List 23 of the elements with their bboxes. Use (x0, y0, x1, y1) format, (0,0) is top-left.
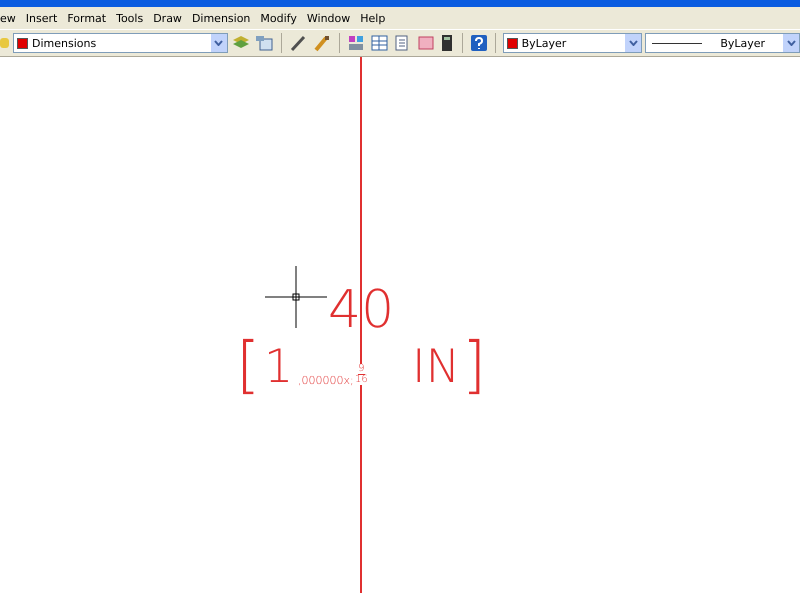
menu-item[interactable]: Insert (20, 12, 62, 24)
menu-item[interactable]: Dimension (186, 12, 256, 24)
menu-item[interactable]: ew (0, 12, 21, 24)
color-dropdown[interactable]: ByLayer (502, 33, 642, 53)
image-icon[interactable] (416, 34, 436, 52)
layer-dropdown[interactable]: Dimensions (13, 33, 228, 53)
menu-item[interactable]: Draw (148, 12, 187, 24)
layer-window-icon[interactable] (254, 34, 274, 52)
menu-item[interactable]: Modify (255, 12, 302, 24)
paintbrush-icon[interactable] (312, 34, 332, 52)
grid-icon[interactable] (370, 34, 390, 52)
bracket: ] (462, 334, 486, 396)
crosshair-cursor-icon (265, 266, 327, 328)
menu-item[interactable]: Format (62, 12, 112, 24)
linetype-dropdown[interactable]: ByLayer (645, 33, 800, 53)
bracket: [ (236, 334, 260, 396)
help-icon[interactable] (470, 34, 488, 52)
menu-item[interactable]: Help (355, 12, 390, 24)
menu-item[interactable]: Tools (111, 12, 148, 24)
dimension-text: 1 (264, 343, 294, 389)
dimension-text: ,000000x; (298, 375, 354, 386)
menu-item[interactable]: Window (302, 12, 356, 24)
line-sample-icon (652, 42, 702, 44)
